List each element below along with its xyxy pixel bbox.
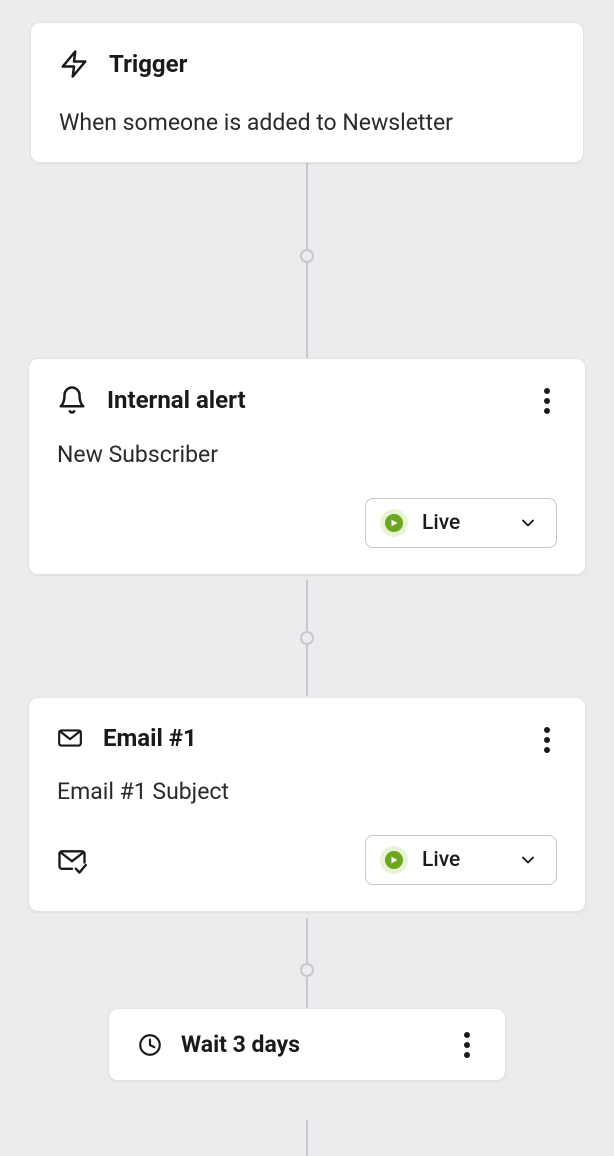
live-indicator-icon <box>380 846 408 874</box>
wait-card[interactable]: Wait 3 days <box>108 1008 506 1081</box>
card-subtitle: Email #1 Subject <box>57 778 557 805</box>
chevron-down-icon <box>518 513 538 533</box>
email-template-button[interactable] <box>57 845 87 875</box>
card-title: Wait 3 days <box>181 1031 300 1058</box>
chevron-down-icon <box>518 850 538 870</box>
more-options-button[interactable] <box>535 724 559 756</box>
email-card[interactable]: Email #1 Email #1 Subject <box>28 697 586 912</box>
card-header: Internal alert <box>57 385 557 415</box>
card-header: Email #1 <box>57 724 557 752</box>
add-node-dot[interactable] <box>300 963 314 977</box>
more-options-button[interactable] <box>535 385 559 417</box>
add-node-dot[interactable] <box>300 631 314 645</box>
more-options-button[interactable] <box>455 1029 479 1061</box>
trigger-card[interactable]: Trigger When someone is added to Newslet… <box>30 22 584 163</box>
status-left: Live <box>380 509 460 537</box>
card-title: Internal alert <box>107 386 246 414</box>
status-label: Live <box>422 511 460 535</box>
card-header: Trigger <box>59 49 555 79</box>
envelope-icon <box>57 725 83 751</box>
card-title: Trigger <box>109 50 187 78</box>
internal-alert-card[interactable]: Internal alert New Subscriber Live <box>28 358 586 575</box>
card-header: Wait 3 days <box>137 1031 477 1058</box>
card-subtitle: When someone is added to Newsletter <box>59 109 555 136</box>
status-dropdown[interactable]: Live <box>365 835 557 885</box>
status-left: Live <box>380 846 460 874</box>
status-row: Live <box>57 835 557 885</box>
flow-canvas: Trigger When someone is added to Newslet… <box>0 0 614 1156</box>
connector <box>306 1120 308 1156</box>
card-title: Email #1 <box>103 724 197 752</box>
status-dropdown[interactable]: Live <box>365 498 557 548</box>
envelope-check-icon <box>57 845 87 875</box>
add-node-dot[interactable] <box>300 249 314 263</box>
status-row: Live <box>57 498 557 548</box>
clock-icon <box>137 1032 163 1058</box>
status-label: Live <box>422 848 460 872</box>
bell-icon <box>57 385 87 415</box>
lightning-icon <box>59 49 89 79</box>
live-indicator-icon <box>380 509 408 537</box>
card-subtitle: New Subscriber <box>57 441 557 468</box>
